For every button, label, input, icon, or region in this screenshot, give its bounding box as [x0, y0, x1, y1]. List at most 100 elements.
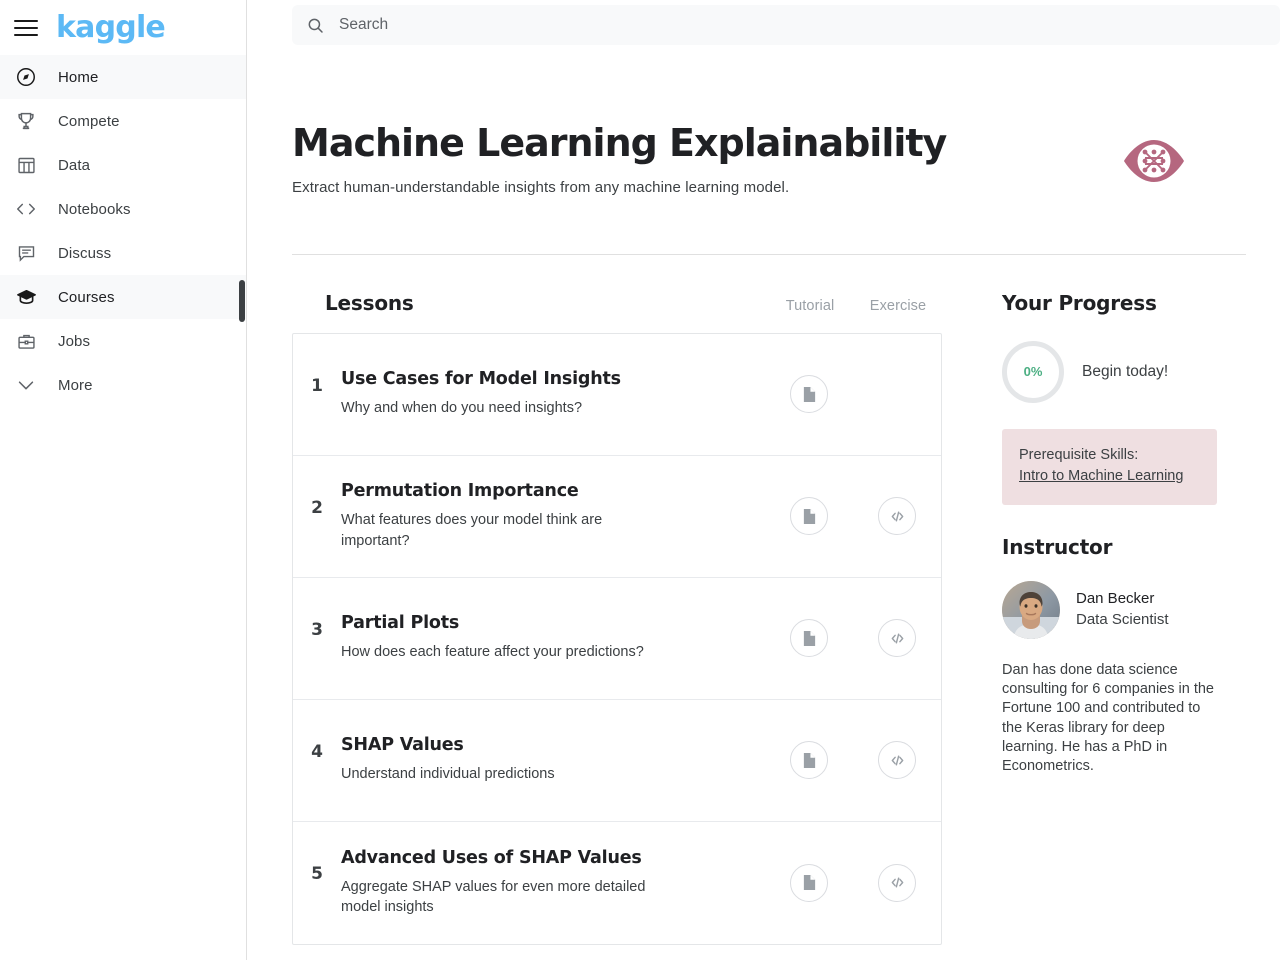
exercise-slot — [853, 619, 941, 658]
progress-heading: Your Progress — [1002, 290, 1157, 315]
instructor-card: Dan Becker Data Scientist — [1002, 580, 1217, 639]
search-bar[interactable] — [292, 5, 1280, 45]
exercise-button[interactable] — [878, 619, 916, 658]
sidebar-item-data[interactable]: Data — [0, 143, 246, 187]
prerequisites-box: Prerequisite Skills: Intro to Machine Le… — [1002, 428, 1217, 505]
sidebar-item-notebooks[interactable]: Notebooks — [0, 187, 246, 231]
tutorial-slot — [765, 741, 853, 780]
tutorial-slot — [765, 497, 853, 536]
tutorial-button[interactable] — [790, 863, 828, 902]
lesson-title[interactable]: Permutation Importance — [341, 481, 753, 503]
search-icon — [306, 16, 325, 35]
lesson-text-block: SHAP Values Understand individual predic… — [341, 735, 765, 784]
lesson-actions — [765, 375, 941, 414]
column-header-tutorial: Tutorial — [785, 297, 835, 314]
lesson-row[interactable]: 4 SHAP Values Understand individual pred… — [293, 700, 941, 822]
sidebar-item-home[interactable]: Home — [0, 55, 246, 99]
sidebar-item-discuss[interactable]: Discuss — [0, 231, 246, 275]
instructor-heading: Instructor — [1002, 534, 1113, 559]
document-icon — [803, 752, 815, 768]
lesson-title[interactable]: Advanced Uses of SHAP Values — [341, 848, 753, 870]
lesson-actions — [765, 497, 941, 536]
lesson-description: What features does your model think are … — [341, 512, 603, 549]
lesson-title[interactable]: Partial Plots — [341, 613, 753, 635]
document-icon — [803, 508, 815, 524]
code-icon — [891, 877, 903, 888]
exercise-slot — [853, 497, 941, 536]
tutorial-button[interactable] — [790, 375, 828, 414]
sidebar-item-courses[interactable]: Courses — [0, 275, 246, 319]
progress-indicator: 0% Begin today! — [1002, 340, 1217, 403]
top-bar — [247, 0, 1280, 50]
search-input[interactable] — [339, 16, 1266, 34]
exercise-button[interactable] — [878, 741, 916, 780]
lesson-number: 2 — [311, 497, 323, 518]
sidebar: kaggle Home Compete Data Notebooks Discu… — [0, 0, 247, 960]
tutorial-button[interactable] — [790, 497, 828, 536]
tutorial-slot — [765, 863, 853, 902]
instructor-name: Dan Becker — [1076, 590, 1155, 608]
code-brackets-icon — [14, 197, 38, 221]
course-header: Machine Learning Explainability Extract … — [292, 50, 1280, 196]
trophy-icon — [14, 109, 38, 133]
lesson-text-block: Use Cases for Model Insights Why and whe… — [341, 369, 765, 418]
lesson-row[interactable]: 2 Permutation Importance What features d… — [293, 456, 941, 578]
sidebar-item-label: Home — [58, 68, 99, 86]
document-icon — [803, 875, 815, 891]
lessons-list: 1 Use Cases for Model Insights Why and w… — [292, 332, 942, 945]
eye-network-icon — [1118, 134, 1190, 193]
course-body: Lessons Tutorial Exercise 1 Use Cases fo… — [292, 255, 1280, 945]
lesson-description: Why and when do you need insights? — [341, 400, 583, 417]
document-icon — [803, 630, 815, 646]
code-icon — [891, 511, 903, 522]
code-icon — [891, 633, 903, 644]
exercise-slot — [853, 741, 941, 780]
hamburger-menu-icon[interactable] — [14, 15, 40, 41]
page-title: Machine Learning Explainability — [292, 121, 947, 165]
tutorial-slot — [765, 375, 853, 414]
sidebar-nav: Home Compete Data Notebooks Discuss Cour… — [0, 55, 246, 407]
prerequisite-link[interactable]: Intro to Machine Learning — [1019, 466, 1183, 487]
course-subtitle: Extract human-understandable insights fr… — [292, 178, 790, 196]
lesson-number: 4 — [311, 741, 323, 762]
lesson-title[interactable]: Use Cases for Model Insights — [341, 369, 753, 391]
table-icon — [14, 153, 38, 177]
sidebar-item-label: Compete — [58, 112, 120, 130]
exercise-button[interactable] — [878, 497, 916, 536]
code-icon — [891, 755, 903, 766]
exercise-slot — [853, 863, 941, 902]
lesson-description: Aggregate SHAP values for even more deta… — [341, 878, 646, 916]
tutorial-button[interactable] — [790, 741, 828, 780]
sidebar-scrollbar-thumb[interactable] — [239, 280, 245, 322]
chevron-down-icon — [14, 373, 38, 397]
sidebar-item-label: Discuss — [58, 244, 112, 262]
sidebar-item-more[interactable]: More — [0, 363, 246, 407]
sidebar-item-label: Data — [58, 156, 91, 174]
avatar — [1002, 580, 1060, 639]
lesson-row[interactable]: 1 Use Cases for Model Insights Why and w… — [293, 334, 941, 456]
lessons-section: Lessons Tutorial Exercise 1 Use Cases fo… — [292, 291, 942, 945]
instructor-bio: Dan has done data science consulting for… — [1002, 661, 1214, 775]
kaggle-logo[interactable]: kaggle — [56, 12, 166, 43]
document-icon — [803, 386, 815, 402]
column-header-exercise: Exercise — [869, 297, 927, 314]
lesson-text-block: Advanced Uses of SHAP Values Aggregate S… — [341, 848, 765, 918]
course-sidebar: Your Progress 0% Begin today! Prerequisi… — [1002, 291, 1217, 945]
sidebar-item-compete[interactable]: Compete — [0, 99, 246, 143]
exercise-button[interactable] — [878, 863, 916, 902]
lessons-header: Lessons Tutorial Exercise — [292, 291, 942, 333]
lesson-row[interactable]: 5 Advanced Uses of SHAP Values Aggregate… — [293, 822, 941, 944]
lesson-actions — [765, 863, 941, 902]
lesson-row[interactable]: 3 Partial Plots How does each feature af… — [293, 578, 941, 700]
instructor-info: Dan Becker Data Scientist — [1076, 589, 1169, 630]
exercise-slot — [853, 375, 941, 414]
sidebar-item-jobs[interactable]: Jobs — [0, 319, 246, 363]
sidebar-header: kaggle — [0, 0, 246, 55]
course-page: Machine Learning Explainability Extract … — [247, 50, 1280, 945]
tutorial-button[interactable] — [790, 619, 828, 658]
briefcase-icon — [14, 329, 38, 353]
instructor-role: Data Scientist — [1076, 610, 1169, 628]
lesson-title[interactable]: SHAP Values — [341, 735, 753, 757]
progress-percent: 0% — [1023, 364, 1043, 380]
sidebar-item-label: Jobs — [58, 332, 91, 350]
